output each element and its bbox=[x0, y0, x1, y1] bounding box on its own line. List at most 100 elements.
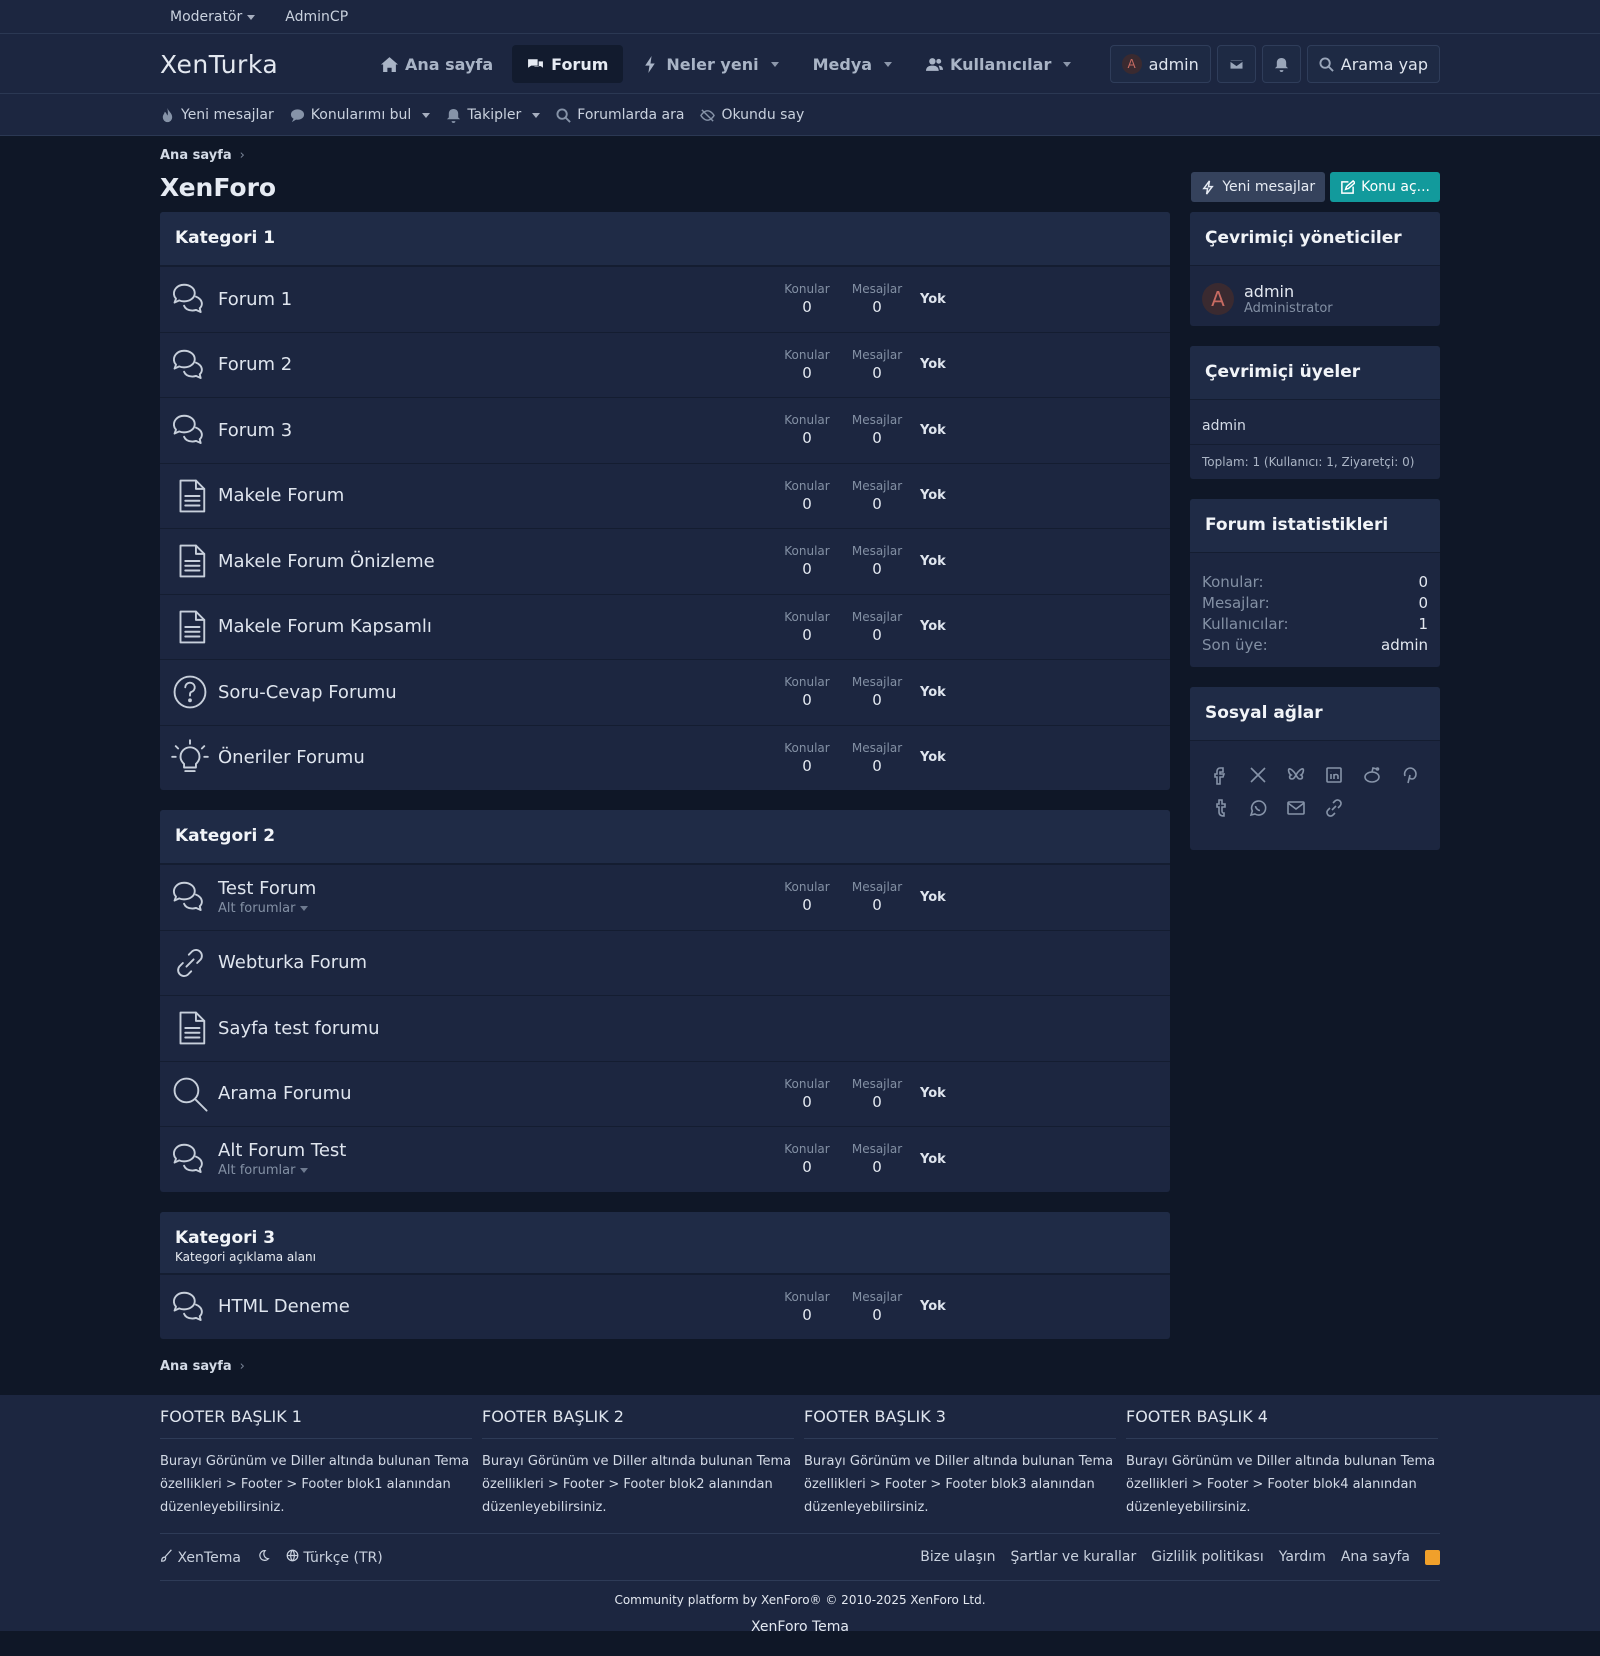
category-header[interactable]: Kategori 3 Kategori açıklama alanı bbox=[160, 1211, 1170, 1274]
email-icon[interactable] bbox=[1286, 798, 1306, 818]
forum-list: Kategori 1 Forum 1 Konular 0 Mesajlar 0 Yok … bbox=[160, 212, 1170, 1359]
threads-label: Konular bbox=[784, 347, 830, 362]
category-title[interactable]: Kategori 1 bbox=[175, 228, 275, 248]
forum-title[interactable]: Test Forum bbox=[218, 878, 772, 899]
chevron-down-icon[interactable] bbox=[884, 61, 893, 67]
reddit-icon[interactable] bbox=[1362, 765, 1382, 785]
search-icon bbox=[173, 1077, 208, 1112]
theme-chooser[interactable]: XenTema bbox=[160, 1548, 241, 1566]
subnav-new-posts[interactable]: Yeni mesajlar bbox=[160, 107, 274, 123]
forum-title[interactable]: Makele Forum bbox=[218, 485, 772, 506]
users-icon bbox=[926, 57, 944, 71]
forum-node[interactable]: Makele Forum Önizleme Konular 0 Mesajlar 0 Y… bbox=[160, 528, 1170, 594]
breadcrumb-bottom[interactable]: Ana sayfa › bbox=[160, 1359, 1440, 1375]
stat-value[interactable]: admin bbox=[1381, 636, 1428, 657]
moderator-menu[interactable]: Moderatör bbox=[170, 9, 256, 25]
forum-title[interactable]: Alt Forum Test bbox=[218, 1140, 772, 1161]
whatsapp-icon[interactable] bbox=[1248, 798, 1268, 818]
nav-forum[interactable]: Forum bbox=[512, 45, 624, 83]
messages-label: Mesajlar bbox=[851, 478, 903, 493]
category-header[interactable]: Kategori 2 bbox=[160, 810, 1170, 864]
subnav-search-forums[interactable]: Forumlarda ara bbox=[556, 107, 684, 123]
search-button[interactable]: Arama yap bbox=[1306, 45, 1440, 83]
subforums-toggle[interactable]: Alt forumlar bbox=[218, 901, 772, 916]
breadcrumb-home[interactable]: Ana sayfa bbox=[160, 1359, 232, 1374]
subforums-toggle[interactable]: Alt forumlar bbox=[218, 1163, 772, 1178]
site-logo[interactable]: XenTurka bbox=[160, 50, 366, 79]
category-title[interactable]: Kategori 2 bbox=[175, 826, 275, 846]
forum-title[interactable]: HTML Deneme bbox=[218, 1296, 772, 1317]
forum-node[interactable]: Makele Forum Konular 0 Mesajlar 0 Yok bbox=[160, 462, 1170, 529]
forum-node[interactable]: Forum 1 Konular 0 Mesajlar 0 Yok bbox=[160, 266, 1170, 332]
forum-node[interactable]: Test Forum Alt forumlar Konular 0 Mesajlar 0… bbox=[160, 864, 1170, 930]
footer-link[interactable]: Gizlilik politikası bbox=[1151, 1549, 1263, 1565]
footer-link[interactable]: Bize ulaşın bbox=[920, 1549, 995, 1565]
footer-link[interactable]: Şartlar ve kurallar bbox=[1011, 1549, 1137, 1565]
subnav-find-threads[interactable]: Konularımı bul bbox=[290, 107, 431, 123]
forum-node[interactable]: Forum 2 Konular 0 Mesajlar 0 Yok bbox=[160, 331, 1170, 398]
forum-node[interactable]: Arama Forumu Konular 0 Mesajlar 0 Yok bbox=[160, 1060, 1170, 1127]
forum-stats-block: Forum istatistikleri Konular: 0 Mesajlar: 0… bbox=[1190, 499, 1440, 667]
last-post: Yok bbox=[920, 1086, 946, 1102]
chevron-down-icon[interactable] bbox=[1063, 61, 1072, 67]
inbox-button[interactable] bbox=[1216, 45, 1256, 83]
chevron-down-icon[interactable] bbox=[770, 61, 779, 67]
linkedin-icon[interactable] bbox=[1324, 765, 1344, 785]
nav-media[interactable]: Medya bbox=[798, 45, 907, 83]
forum-title[interactable]: Sayfa test forumu bbox=[218, 1018, 1170, 1039]
forum-title[interactable]: Öneriler Forumu bbox=[218, 747, 772, 768]
new-posts-button[interactable]: Yeni mesajlar bbox=[1191, 172, 1326, 202]
admincp-link[interactable]: AdminCP bbox=[285, 9, 348, 25]
category-title[interactable]: Kategori 3 bbox=[175, 1228, 275, 1248]
category-header[interactable]: Kategori 1 bbox=[160, 212, 1170, 266]
pinterest-icon[interactable] bbox=[1400, 765, 1420, 785]
copyright[interactable]: Community platform by XenForo® © 2010-20… bbox=[160, 1593, 1440, 1607]
breadcrumb[interactable]: Ana sayfa › bbox=[160, 148, 1440, 164]
facebook-icon[interactable] bbox=[1210, 765, 1230, 785]
forum-node[interactable]: Forum 3 Konular 0 Mesajlar 0 Yok bbox=[160, 397, 1170, 463]
tumblr-icon[interactable] bbox=[1210, 798, 1230, 818]
new-thread-button[interactable]: Konu aç... bbox=[1330, 172, 1440, 202]
staff-member[interactable]: A admin Administrator bbox=[1202, 282, 1428, 316]
subnav-mark-read[interactable]: Okundu say bbox=[700, 107, 804, 123]
messages-count: 0 bbox=[872, 625, 882, 644]
footer-link[interactable]: Ana sayfa bbox=[1341, 1549, 1410, 1565]
nav-whats-new[interactable]: Neler yeni bbox=[627, 45, 793, 83]
member-name[interactable]: admin bbox=[1244, 282, 1333, 301]
moon-icon[interactable] bbox=[257, 1549, 270, 1566]
theme-credit[interactable]: XenForo Tema bbox=[160, 1619, 1440, 1635]
forum-node[interactable]: Soru-Cevap Forumu Konular 0 Mesajlar 0 Yok bbox=[160, 659, 1170, 725]
rss-icon[interactable] bbox=[1425, 1549, 1440, 1565]
x-icon[interactable] bbox=[1248, 765, 1268, 785]
forum-title[interactable]: Arama Forumu bbox=[218, 1083, 772, 1104]
threads-count: 0 bbox=[802, 560, 812, 579]
forum-node[interactable]: Sayfa test forumu bbox=[160, 995, 1170, 1061]
forum-node[interactable]: Alt Forum Test Alt forumlar Konular 0 Mesaj… bbox=[160, 1126, 1170, 1192]
forum-title[interactable]: Webturka Forum bbox=[218, 952, 1170, 973]
nav-label: Ana sayfa bbox=[405, 54, 494, 74]
forum-node[interactable]: Makele Forum Kapsamlı Konular 0 Mesajlar 0 Y… bbox=[160, 593, 1170, 660]
link-icon[interactable] bbox=[1324, 798, 1344, 818]
language-chooser[interactable]: Türkçe (TR) bbox=[286, 1549, 383, 1566]
forum-node[interactable]: HTML Deneme Konular 0 Mesajlar 0 Yok bbox=[160, 1273, 1170, 1340]
avatar[interactable]: A bbox=[1202, 283, 1234, 315]
nav-users[interactable]: Kullanıcılar bbox=[911, 45, 1086, 83]
account-button[interactable]: Aadmin bbox=[1109, 45, 1211, 83]
bluesky-icon[interactable] bbox=[1286, 765, 1306, 785]
subnav-watched[interactable]: Takipler bbox=[446, 107, 541, 123]
forum-title[interactable]: Forum 3 bbox=[218, 420, 772, 441]
forum-title[interactable]: Soru-Cevap Forumu bbox=[218, 682, 772, 703]
forum-title[interactable]: Makele Forum Önizleme bbox=[218, 551, 772, 572]
forum-node[interactable]: Webturka Forum bbox=[160, 929, 1170, 996]
nav-home[interactable]: Ana sayfa bbox=[366, 45, 508, 83]
forum-title[interactable]: Forum 1 bbox=[218, 289, 772, 310]
online-member-list[interactable]: admin bbox=[1190, 400, 1440, 445]
forum-node[interactable]: Öneriler Forumu Konular 0 Mesajlar 0 Yok bbox=[160, 724, 1170, 791]
breadcrumb-home[interactable]: Ana sayfa bbox=[160, 148, 232, 163]
footer-link[interactable]: Yardım bbox=[1279, 1549, 1326, 1565]
last-post: Yok bbox=[920, 750, 946, 766]
forum-title[interactable]: Forum 2 bbox=[218, 354, 772, 375]
forum-title[interactable]: Makele Forum Kapsamlı bbox=[218, 616, 772, 637]
alerts-button[interactable] bbox=[1261, 45, 1301, 83]
threads-label: Konular bbox=[784, 478, 830, 493]
